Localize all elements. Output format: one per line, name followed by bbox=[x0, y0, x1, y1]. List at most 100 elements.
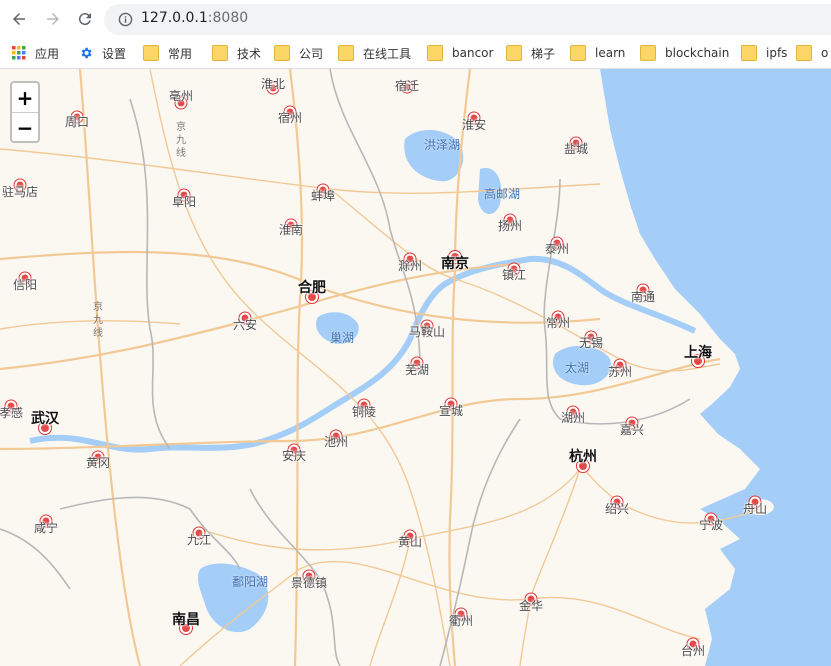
water-label: 鄱阳湖 bbox=[231, 575, 269, 589]
bookmark-label: 应用 bbox=[35, 46, 60, 61]
city-label: 南通 bbox=[630, 290, 656, 304]
folder-icon bbox=[338, 45, 354, 61]
back-button[interactable] bbox=[6, 6, 32, 32]
railway-label: 京九线 bbox=[93, 302, 103, 339]
city-label: 铜陵 bbox=[351, 405, 377, 419]
city-label: 苏州 bbox=[607, 365, 633, 379]
city-label: 亳州 bbox=[168, 89, 194, 103]
bookmark-6[interactable]: bancor bbox=[427, 44, 493, 62]
folder-icon bbox=[212, 45, 228, 61]
city-label: 金华 bbox=[518, 599, 544, 613]
bookmark-label: blockchain bbox=[665, 46, 730, 60]
folder-icon bbox=[427, 45, 443, 61]
city-label: 周口 bbox=[64, 115, 90, 129]
zoom-control: + − bbox=[10, 81, 40, 143]
url-port: :8080 bbox=[207, 10, 249, 26]
folder-icon bbox=[143, 45, 159, 61]
city-label: 盐城 bbox=[563, 142, 589, 156]
city-label: 合肥 bbox=[298, 280, 326, 296]
zoom-out-button[interactable]: − bbox=[12, 113, 38, 142]
bookmark-label: 公司 bbox=[299, 46, 324, 61]
bookmark-0[interactable]: 应用 bbox=[12, 44, 59, 62]
water-label: 高邮湖 bbox=[483, 187, 521, 201]
arrow-left-icon bbox=[13, 13, 25, 25]
city-label: 泰州 bbox=[544, 242, 570, 256]
address-bar[interactable]: 127.0.0.1:8080 bbox=[104, 4, 831, 35]
gear-icon bbox=[79, 46, 93, 60]
folder-icon bbox=[796, 45, 812, 61]
boundary-line bbox=[129, 98, 171, 450]
map-view[interactable]: 亳州 淮北 宿迁 周口 宿州 淮安 盐城 驻马店 阜阳 蚌埠 淮南 扬州 泰州 信阳 滁州 南京 镇江 南通 合肥六… bbox=[0, 69, 831, 666]
bookmark-11[interactable]: o bbox=[796, 44, 828, 62]
city-label: 宿迁 bbox=[394, 79, 420, 93]
city-label: 武汉 bbox=[31, 411, 59, 427]
city-label: 扬州 bbox=[497, 219, 523, 233]
city-label: 孝感 bbox=[0, 406, 24, 420]
city-label: 嘉兴 bbox=[619, 423, 645, 437]
city-label: 信阳 bbox=[12, 278, 38, 292]
bookmark-label: bancor bbox=[452, 46, 494, 60]
railway-label: 京九线 bbox=[176, 122, 186, 159]
browser-toolbar: 127.0.0.1:8080 bbox=[0, 0, 831, 38]
info-icon[interactable] bbox=[118, 12, 133, 27]
url-host: 127.0.0.1 bbox=[141, 10, 208, 26]
city-label: 黄山 bbox=[397, 535, 423, 549]
city-label: 池州 bbox=[323, 435, 349, 449]
city-label: 九江 bbox=[186, 533, 212, 547]
bookmark-9[interactable]: blockchain bbox=[640, 44, 729, 62]
city-label: 南京 bbox=[441, 256, 469, 272]
city-label: 淮南 bbox=[278, 223, 304, 237]
water-label: 洪泽湖 bbox=[423, 138, 461, 152]
folder-icon bbox=[741, 45, 757, 61]
bookmark-3[interactable]: 技术 bbox=[212, 44, 261, 62]
city-label: 马鞍山 bbox=[408, 325, 446, 339]
bookmark-5[interactable]: 在线工具 bbox=[338, 44, 411, 62]
bookmark-4[interactable]: 公司 bbox=[274, 44, 323, 62]
apps-grid-icon bbox=[12, 46, 26, 60]
bookmark-2[interactable]: 常用 bbox=[143, 44, 192, 62]
city-label: 阜阳 bbox=[171, 195, 197, 209]
city-label: 宿州 bbox=[277, 111, 303, 125]
folder-icon bbox=[570, 45, 586, 61]
water-label: 太湖 bbox=[564, 361, 590, 375]
city-label: 宣城 bbox=[438, 404, 464, 418]
city-label: 咸宁 bbox=[33, 521, 59, 535]
city-label: 衢州 bbox=[448, 614, 474, 628]
city-label: 滁州 bbox=[397, 259, 423, 273]
road-line bbox=[199, 468, 581, 551]
city-label: 宁波 bbox=[698, 518, 724, 532]
folder-icon bbox=[640, 45, 656, 61]
bookmark-1[interactable]: 设置 bbox=[79, 44, 126, 62]
city-label: 景德镇 bbox=[290, 576, 328, 590]
city-label: 黄冈 bbox=[85, 456, 111, 470]
bookmark-label: ipfs bbox=[766, 46, 788, 60]
arrow-right-icon bbox=[47, 13, 59, 25]
bookmark-10[interactable]: ipfs bbox=[741, 44, 787, 62]
road-line bbox=[0, 320, 181, 330]
forward-button[interactable] bbox=[40, 6, 66, 32]
bookmark-label: 设置 bbox=[102, 46, 127, 61]
city-label: 安庆 bbox=[281, 449, 307, 463]
bookmark-7[interactable]: 梯子 bbox=[506, 44, 555, 62]
url-text[interactable]: 127.0.0.1:8080 bbox=[141, 10, 248, 26]
reload-icon bbox=[78, 13, 91, 26]
city-label: 六安 bbox=[232, 318, 258, 332]
bookmark-8[interactable]: learn bbox=[570, 44, 625, 62]
bookmark-label: 梯子 bbox=[531, 46, 556, 61]
city-label: 无锡 bbox=[578, 336, 604, 350]
city-label: 淮安 bbox=[461, 118, 487, 132]
boundary-line bbox=[0, 528, 71, 590]
folder-icon bbox=[274, 45, 290, 61]
sea-area bbox=[600, 69, 831, 666]
zoom-in-button[interactable]: + bbox=[12, 83, 38, 113]
city-label: 蚌埠 bbox=[310, 189, 336, 203]
bookmark-label: 在线工具 bbox=[363, 46, 412, 61]
bookmark-label: o bbox=[821, 46, 829, 60]
folder-icon bbox=[506, 45, 522, 61]
city-label: 南昌 bbox=[172, 612, 200, 628]
city-label: 驻马店 bbox=[1, 185, 39, 199]
city-label: 台州 bbox=[680, 644, 706, 658]
reload-button[interactable] bbox=[72, 6, 98, 32]
city-label: 杭州 bbox=[569, 449, 597, 465]
bookmark-label: learn bbox=[595, 46, 626, 60]
